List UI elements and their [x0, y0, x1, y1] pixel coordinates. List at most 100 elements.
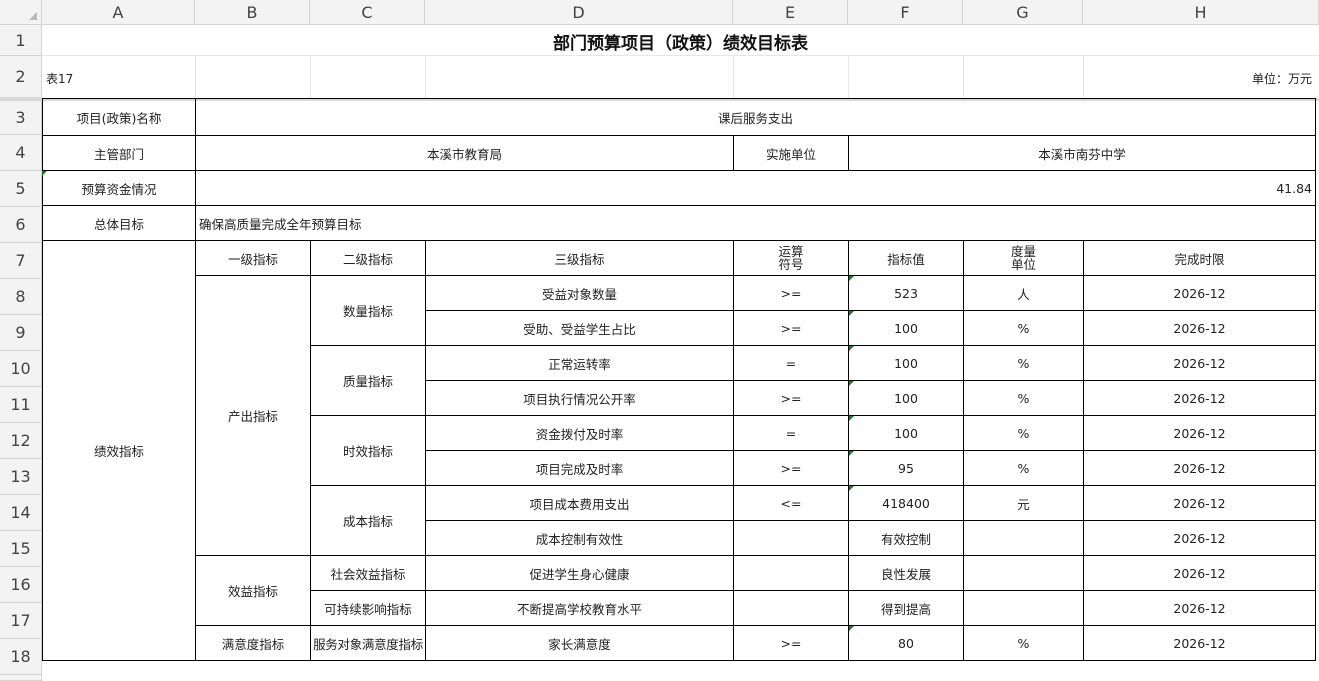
column-header-c[interactable]: C: [310, 0, 425, 25]
indicator-name[interactable]: 项目执行情况公开率: [425, 380, 734, 416]
indicator-operator[interactable]: =: [733, 415, 849, 451]
indicator-deadline[interactable]: 2026-12: [1083, 275, 1316, 311]
indicator-name[interactable]: 资金拨付及时率: [425, 415, 734, 451]
indicator-deadline[interactable]: 2026-12: [1083, 590, 1316, 626]
row-header[interactable]: 14: [0, 495, 42, 531]
indicator-operator[interactable]: [733, 520, 849, 556]
level2-service[interactable]: 服务对象满意度指标: [310, 625, 426, 661]
sheet-title[interactable]: 部门预算项目（政策）绩效目标表: [42, 26, 1319, 56]
indicator-unit[interactable]: 人: [963, 275, 1084, 311]
level2-quantity[interactable]: 数量指标: [310, 275, 426, 346]
indicator-operator[interactable]: >=: [733, 310, 849, 346]
level2-sustain[interactable]: 可持续影响指标: [310, 590, 426, 626]
indicator-value[interactable]: 100: [848, 415, 964, 451]
indicator-value[interactable]: 418400: [848, 485, 964, 521]
row-header[interactable]: 11: [0, 387, 42, 423]
indicator-deadline[interactable]: 2026-12: [1083, 450, 1316, 486]
indicator-name[interactable]: 成本控制有效性: [425, 520, 734, 556]
column-header-g[interactable]: G: [963, 0, 1083, 25]
row-header[interactable]: 12: [0, 423, 42, 459]
level1-benefit[interactable]: 效益指标: [195, 555, 311, 626]
column-header-f[interactable]: F: [848, 0, 963, 25]
row-header[interactable]: 8: [0, 279, 42, 315]
indicator-unit[interactable]: [963, 590, 1084, 626]
indicator-deadline[interactable]: 2026-12: [1083, 345, 1316, 381]
row-header[interactable]: 6: [0, 207, 42, 243]
indicator-value[interactable]: 100: [848, 310, 964, 346]
goal-text[interactable]: 确保高质量完成全年预算目标: [195, 205, 1316, 241]
indicator-name[interactable]: 受助、受益学生占比: [425, 310, 734, 346]
header-operator[interactable]: 运算 符号: [733, 240, 849, 276]
row-header[interactable]: 10: [0, 351, 42, 387]
select-all-corner[interactable]: [0, 0, 42, 25]
indicator-value[interactable]: 523: [848, 275, 964, 311]
indicator-unit[interactable]: %: [963, 345, 1084, 381]
indicator-operator[interactable]: >=: [733, 450, 849, 486]
row-header[interactable]: 13: [0, 459, 42, 495]
indicator-unit[interactable]: %: [963, 450, 1084, 486]
indicator-value[interactable]: 80: [848, 625, 964, 661]
indicator-deadline[interactable]: 2026-12: [1083, 485, 1316, 521]
row-header[interactable]: 18: [0, 639, 42, 675]
row-header[interactable]: 15: [0, 531, 42, 567]
indicator-unit[interactable]: [963, 555, 1084, 591]
header-level3[interactable]: 三级指标: [425, 240, 734, 276]
budget-amount[interactable]: 41.84: [195, 170, 1316, 206]
indicator-unit[interactable]: %: [963, 415, 1084, 451]
level2-timeliness[interactable]: 时效指标: [310, 415, 426, 486]
indicator-unit[interactable]: %: [963, 625, 1084, 661]
indicator-deadline[interactable]: 2026-12: [1083, 415, 1316, 451]
indicator-operator[interactable]: [733, 590, 849, 626]
indicator-operator[interactable]: <=: [733, 485, 849, 521]
indicator-name[interactable]: 促进学生身心健康: [425, 555, 734, 591]
indicator-operator[interactable]: >=: [733, 625, 849, 661]
indicator-name[interactable]: 不断提高学校教育水平: [425, 590, 734, 626]
row-header[interactable]: 4: [0, 135, 42, 171]
row-header[interactable]: 5: [0, 171, 42, 207]
indicator-unit[interactable]: %: [963, 380, 1084, 416]
budget-label[interactable]: 预算资金情况: [42, 170, 196, 206]
indicator-value[interactable]: 100: [848, 345, 964, 381]
column-header-e[interactable]: E: [733, 0, 848, 25]
indicator-operator[interactable]: >=: [733, 380, 849, 416]
impl-label[interactable]: 实施单位: [733, 135, 849, 171]
unit-label[interactable]: 单位：万元: [1252, 70, 1312, 87]
indicator-value[interactable]: 得到提高: [848, 590, 964, 626]
header-value[interactable]: 指标值: [848, 240, 964, 276]
indicator-operator[interactable]: [733, 555, 849, 591]
project-name-label[interactable]: 项目(政策)名称: [42, 98, 196, 136]
indicator-operator[interactable]: >=: [733, 275, 849, 311]
header-level1[interactable]: 一级指标: [195, 240, 311, 276]
indicator-unit[interactable]: %: [963, 310, 1084, 346]
table-number[interactable]: 表17: [46, 70, 73, 87]
indicator-deadline[interactable]: 2026-12: [1083, 555, 1316, 591]
row-header[interactable]: 9: [0, 315, 42, 351]
indicator-value[interactable]: 95: [848, 450, 964, 486]
row-header[interactable]: 17: [0, 603, 42, 639]
performance-label[interactable]: 绩效指标: [42, 240, 196, 661]
indicator-value[interactable]: 良性发展: [848, 555, 964, 591]
indicator-deadline[interactable]: 2026-12: [1083, 310, 1316, 346]
header-level2[interactable]: 二级指标: [310, 240, 426, 276]
indicator-name[interactable]: 家长满意度: [425, 625, 734, 661]
goal-label[interactable]: 总体目标: [42, 205, 196, 241]
row-header[interactable]: [0, 675, 42, 681]
indicator-operator[interactable]: =: [733, 345, 849, 381]
row-header[interactable]: 16: [0, 567, 42, 603]
header-deadline[interactable]: 完成时限: [1083, 240, 1316, 276]
indicator-deadline[interactable]: 2026-12: [1083, 520, 1316, 556]
row-header[interactable]: 7: [0, 243, 42, 279]
indicator-value[interactable]: 100: [848, 380, 964, 416]
impl[interactable]: 本溪市南芬中学: [848, 135, 1316, 171]
dept-label[interactable]: 主管部门: [42, 135, 196, 171]
dept[interactable]: 本溪市教育局: [195, 135, 734, 171]
indicator-name[interactable]: 项目完成及时率: [425, 450, 734, 486]
row-header[interactable]: 2: [0, 56, 42, 98]
column-header-h[interactable]: H: [1083, 0, 1319, 25]
row-header[interactable]: 1: [0, 25, 42, 56]
indicator-name[interactable]: 正常运转率: [425, 345, 734, 381]
level1-satisfaction[interactable]: 满意度指标: [195, 625, 311, 661]
indicator-unit[interactable]: [963, 520, 1084, 556]
level2-quality[interactable]: 质量指标: [310, 345, 426, 416]
indicator-name[interactable]: 受益对象数量: [425, 275, 734, 311]
